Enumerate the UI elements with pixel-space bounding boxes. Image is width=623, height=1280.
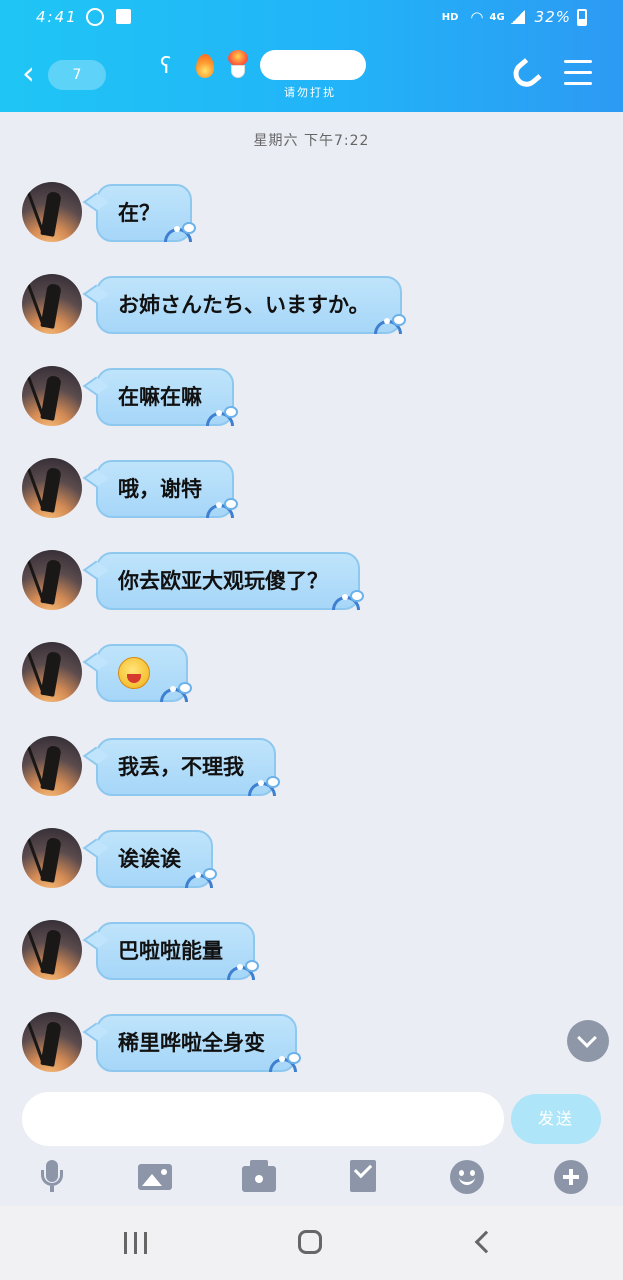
message-bubble[interactable] [96, 644, 192, 702]
message-text: 稀里哗啦全身变 [118, 1031, 265, 1055]
avatar-figure [40, 651, 62, 697]
system-back-button[interactable] [474, 1230, 498, 1254]
image-icon[interactable] [138, 1160, 172, 1194]
avatar[interactable] [22, 1012, 82, 1072]
network-label: 4G [489, 11, 505, 23]
message-text: お姉さんたち、いますか。 [118, 293, 370, 317]
message-text: 巴啦啦能量 [118, 939, 223, 963]
message-bubble[interactable]: お姉さんたち、いますか。 [96, 276, 406, 334]
unread-badge: 7 [48, 60, 106, 90]
recents-button[interactable] [124, 1232, 148, 1254]
message-text: 在嘛在嘛 [118, 385, 202, 409]
avatar[interactable] [22, 550, 82, 610]
ear-icon: ʕ [160, 54, 172, 79]
menu-icon-line [564, 82, 592, 85]
avatar[interactable] [22, 642, 82, 702]
battery-icon [577, 8, 587, 26]
avatar-figure [40, 929, 62, 975]
avatar[interactable] [22, 274, 82, 334]
wave-decoration [364, 314, 406, 336]
wave-decoration [150, 682, 192, 704]
avatar-figure [40, 559, 62, 605]
message-text: 我丢，不理我 [118, 755, 244, 779]
wave-decoration [175, 868, 217, 890]
status-right: HD ◠ 4G 32% [442, 8, 587, 26]
fire-icon [196, 54, 214, 78]
avatar-figure [40, 191, 62, 237]
menu-icon [564, 60, 592, 63]
message-bubble[interactable]: 你去欧亚大观玩傻了？ [96, 552, 364, 610]
microphone-icon[interactable] [35, 1160, 69, 1194]
message-bubble[interactable]: 我丢，不理我 [96, 738, 280, 796]
avatar[interactable] [22, 736, 82, 796]
message-bubble[interactable]: 稀里哗啦全身变 [96, 1014, 301, 1072]
chevron-left-icon: ‹ [22, 54, 35, 92]
camera-icon[interactable] [242, 1160, 276, 1194]
avatar[interactable] [22, 182, 82, 242]
avatar[interactable] [22, 458, 82, 518]
system-nav-bar [0, 1206, 623, 1280]
checkbox-status-icon [116, 9, 131, 24]
dessert-icon [226, 50, 250, 80]
chat-header: 4:41 HD ◠ 4G 32% ‹ 7 ʕ 请勿打扰 [0, 0, 623, 112]
battery-percent: 32% [534, 8, 571, 26]
avatar-figure [40, 375, 62, 421]
do-not-disturb-label: 请勿打扰 [284, 86, 336, 99]
avatar-figure [40, 745, 62, 791]
dessert-cup [231, 65, 245, 78]
account-status-icon [86, 8, 104, 26]
chat-timestamp: 星期六 下午7:22 [253, 133, 370, 149]
scroll-to-bottom-button[interactable] [567, 1020, 609, 1062]
send-button[interactable]: 发送 [511, 1094, 601, 1144]
home-button[interactable] [298, 1230, 322, 1254]
message-bubble[interactable]: 在？ [96, 184, 196, 242]
wave-decoration [217, 960, 259, 982]
wave-decoration [196, 406, 238, 428]
back-button[interactable]: ‹ 7 [22, 54, 106, 92]
wave-decoration [196, 498, 238, 520]
message-bubble[interactable]: 巴啦啦能量 [96, 922, 259, 980]
wave-decoration [322, 590, 364, 612]
plus-icon[interactable] [554, 1160, 588, 1194]
contact-name-redacted [260, 50, 366, 80]
status-time: 4:41 [36, 8, 78, 26]
hd-label: HD [441, 11, 459, 23]
chat-title[interactable]: ʕ 请勿打扰 [160, 48, 420, 104]
input-bar: 发送 [0, 1080, 623, 1206]
emoji-icon[interactable] [450, 1160, 484, 1194]
message-bubble[interactable]: 哦，谢特 [96, 460, 238, 518]
message-text: 哦，谢特 [118, 477, 202, 501]
avatar-figure [40, 837, 62, 883]
avatar-figure [40, 283, 62, 329]
status-bar: 4:41 HD ◠ 4G 32% [0, 6, 623, 32]
chevron-down-icon [577, 1028, 597, 1048]
phone-icon [508, 57, 542, 93]
wave-decoration [238, 776, 280, 798]
wave-decoration [154, 222, 196, 244]
message-text: 你去欧亚大观玩傻了？ [118, 569, 328, 593]
avatar[interactable] [22, 366, 82, 426]
dessert-top [228, 50, 248, 66]
avatar[interactable] [22, 828, 82, 888]
laughing-emoji-icon [118, 657, 150, 689]
menu-icon-line [564, 71, 592, 74]
wifi-icon: ◠ [470, 8, 484, 26]
message-input[interactable] [22, 1092, 504, 1146]
phone-call-button[interactable] [508, 57, 542, 93]
avatar-figure [40, 1021, 62, 1067]
signal-icon [510, 10, 525, 24]
avatar[interactable] [22, 920, 82, 980]
red-packet-icon[interactable] [346, 1159, 380, 1194]
message-bubble[interactable]: 诶诶诶 [96, 830, 217, 888]
message-text: 诶诶诶 [118, 847, 181, 871]
wave-decoration [259, 1052, 301, 1074]
avatar-figure [40, 467, 62, 513]
menu-button[interactable] [564, 60, 592, 86]
message-bubble[interactable]: 在嘛在嘛 [96, 368, 238, 426]
